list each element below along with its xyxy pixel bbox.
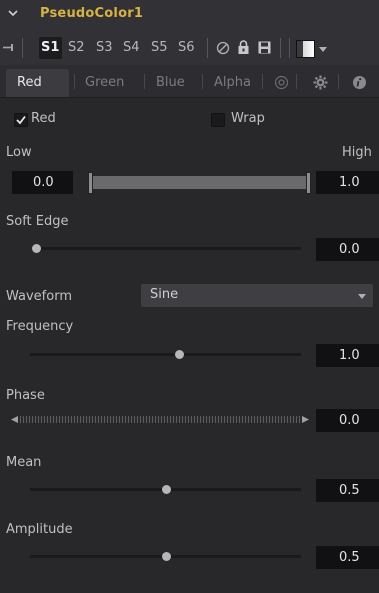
low-label: Low — [6, 145, 32, 160]
wrap-checkbox[interactable] — [211, 113, 225, 127]
effects-mask-icon[interactable] — [274, 75, 289, 90]
dropdown-arrow-icon — [358, 294, 366, 299]
slot-s1[interactable]: S1 — [41, 40, 59, 55]
red-checkbox[interactable] — [14, 113, 28, 127]
mean-slider-knob[interactable] — [162, 485, 171, 494]
frequency-label: Frequency — [6, 319, 74, 334]
amplitude-value-field[interactable]: 0.5 — [316, 546, 379, 569]
red-checkbox-label: Red — [31, 111, 56, 126]
pin-icon[interactable] — [3, 43, 17, 52]
phase-value-field[interactable]: 0.0 — [316, 409, 379, 432]
phase-right-arrow-icon[interactable] — [302, 416, 309, 423]
wrap-checkbox-label: Wrap — [231, 111, 265, 126]
tab-divider — [262, 74, 263, 89]
color-swatch-icon[interactable] — [296, 40, 315, 58]
high-label: High — [342, 145, 372, 160]
range-high-handle[interactable] — [306, 172, 311, 194]
phase-thumbwheel[interactable] — [20, 416, 301, 423]
amplitude-label: Amplitude — [6, 522, 73, 537]
tab-green[interactable]: Green — [85, 75, 124, 90]
waveform-label: Waveform — [6, 289, 72, 304]
disable-icon[interactable] — [216, 41, 230, 55]
save-icon[interactable] — [258, 41, 271, 54]
settings-gear-icon[interactable] — [313, 75, 328, 90]
tab-red[interactable]: Red — [17, 75, 42, 90]
tab-alpha[interactable]: Alpha — [214, 75, 251, 90]
slot-s2[interactable]: S2 — [68, 40, 85, 55]
toolbar-divider — [289, 38, 290, 58]
range-slider-bar[interactable] — [93, 176, 307, 189]
phase-label: Phase — [6, 388, 45, 403]
slot-s3[interactable]: S3 — [96, 40, 113, 55]
frequency-slider-track[interactable] — [30, 353, 301, 356]
info-icon[interactable] — [352, 75, 367, 90]
toolbar-divider — [280, 38, 281, 58]
soft-edge-value-field[interactable]: 0.0 — [316, 238, 379, 261]
toolbar-divider — [22, 38, 23, 58]
node-title: PseudoColor1 — [40, 6, 144, 21]
tab-divider — [144, 74, 145, 89]
lock-icon[interactable] — [237, 40, 250, 55]
tab-divider — [296, 74, 297, 89]
low-value-field[interactable]: 0.0 — [12, 171, 73, 194]
tab-blue[interactable]: Blue — [156, 75, 185, 90]
amplitude-slider-knob[interactable] — [162, 552, 171, 561]
tab-divider — [74, 74, 75, 89]
mean-label: Mean — [6, 455, 42, 470]
slot-s5[interactable]: S5 — [151, 40, 168, 55]
collapse-chevron-icon[interactable] — [8, 8, 18, 18]
toolbar-divider — [207, 38, 208, 58]
checkmark-icon — [16, 115, 26, 125]
soft-edge-slider-track[interactable] — [33, 247, 301, 250]
tab-divider — [202, 74, 203, 89]
frequency-value-field[interactable]: 1.0 — [316, 344, 379, 367]
soft-edge-slider-knob[interactable] — [32, 244, 41, 253]
waveform-selected: Sine — [150, 287, 179, 302]
chevron-down-icon[interactable] — [319, 47, 327, 52]
high-value-field[interactable]: 1.0 — [316, 171, 379, 194]
tab-divider — [338, 74, 339, 89]
mean-value-field[interactable]: 0.5 — [316, 479, 379, 502]
slot-s6[interactable]: S6 — [178, 40, 195, 55]
range-low-handle[interactable] — [88, 172, 93, 194]
phase-left-arrow-icon[interactable] — [11, 416, 18, 423]
soft-edge-label: Soft Edge — [6, 214, 69, 229]
frequency-slider-knob[interactable] — [175, 350, 184, 359]
slot-s4[interactable]: S4 — [123, 40, 140, 55]
